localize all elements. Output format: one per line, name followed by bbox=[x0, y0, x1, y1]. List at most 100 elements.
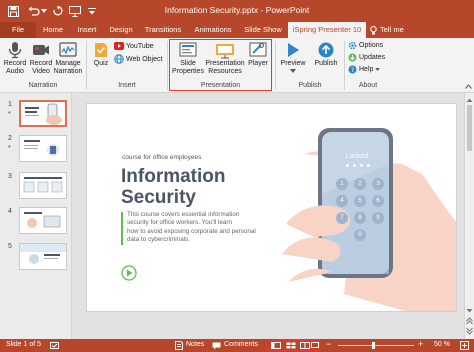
publish-icon bbox=[318, 42, 334, 58]
zoom-in-icon[interactable]: + bbox=[418, 339, 423, 349]
options-button[interactable]: Options bbox=[348, 41, 383, 50]
updates-button[interactable]: Updates bbox=[348, 53, 385, 62]
publish-label: Publish bbox=[314, 60, 338, 67]
group-separator bbox=[86, 41, 87, 90]
pin-dots bbox=[346, 164, 370, 167]
slide-sorter-icon[interactable] bbox=[286, 342, 296, 349]
notes-button[interactable]: Notes bbox=[186, 341, 204, 348]
tab-animations[interactable]: Animations bbox=[190, 22, 236, 38]
zoom-slider-thumb[interactable] bbox=[372, 342, 375, 349]
updates-label: Updates bbox=[359, 54, 386, 61]
quiz-label: Quiz bbox=[93, 60, 109, 67]
quiz-icon bbox=[95, 43, 107, 57]
tab-design[interactable]: Design bbox=[104, 22, 138, 38]
microphone-icon bbox=[8, 42, 22, 59]
globe-icon bbox=[114, 54, 124, 64]
presentation-resources-button[interactable]: Presentation Resources bbox=[204, 41, 246, 76]
animation-marker: * bbox=[8, 145, 11, 152]
keypad-key: 7 bbox=[336, 212, 348, 224]
zoom-level[interactable]: 50 % bbox=[434, 341, 450, 348]
scroll-up-icon[interactable] bbox=[465, 96, 474, 104]
record-video-button[interactable]: Record Video bbox=[28, 41, 54, 76]
presentation-group-label: Presentation bbox=[200, 82, 241, 89]
slide-thumbnail-5[interactable] bbox=[19, 243, 67, 270]
slide-title: Information Security bbox=[121, 166, 226, 208]
scroll-down-icon[interactable] bbox=[465, 307, 474, 315]
tab-slide-show[interactable]: Slide Show bbox=[240, 22, 286, 38]
youtube-button[interactable]: YouTube bbox=[114, 42, 154, 50]
help-icon: ? bbox=[348, 65, 357, 74]
manage-narration-button[interactable]: Manage Narration bbox=[53, 41, 83, 76]
svg-text:?: ? bbox=[351, 66, 354, 74]
slide-number: 2 bbox=[8, 135, 12, 142]
body-line: security for office workers. You'll lear… bbox=[127, 219, 233, 227]
keypad-key: 1 bbox=[336, 178, 348, 190]
vertical-scrollbar[interactable] bbox=[464, 93, 474, 339]
options-label: Options bbox=[359, 42, 384, 49]
slide-properties-button[interactable]: Slide Properties bbox=[172, 41, 204, 76]
slide-title-line-2: Security bbox=[121, 187, 196, 208]
zoom-out-icon[interactable]: − bbox=[326, 339, 331, 349]
play-icon[interactable] bbox=[121, 265, 137, 283]
record-audio-label-1: Record bbox=[3, 60, 27, 67]
presentation-resources-label-2: Resources bbox=[208, 68, 242, 75]
player-label: Player bbox=[248, 60, 268, 67]
slide-number: 1 bbox=[8, 101, 12, 108]
slideshow-view-icon[interactable] bbox=[311, 342, 319, 349]
scrollbar-thumb[interactable] bbox=[467, 105, 472, 151]
slide-thumbnails-pane: 1 * 2 * 3 4 5 bbox=[0, 93, 72, 339]
slide-thumbnail-3[interactable] bbox=[19, 172, 67, 199]
slide-count: Slide 1 of 5 bbox=[6, 341, 42, 348]
preview-button[interactable]: Preview bbox=[278, 41, 308, 73]
tab-file[interactable]: File bbox=[0, 22, 36, 38]
previous-slide-icon[interactable] bbox=[465, 317, 474, 325]
slide-title-line-1: Information bbox=[121, 166, 226, 187]
lightbulb-icon bbox=[370, 25, 377, 34]
status-bar: Slide 1 of 5 Notes Comments − + 50 % bbox=[0, 339, 474, 352]
keypad-key: 4 bbox=[336, 195, 348, 207]
player-button[interactable]: Player bbox=[246, 41, 270, 68]
pin-dot bbox=[360, 164, 363, 167]
zoom-slider[interactable] bbox=[338, 345, 414, 346]
tab-insert[interactable]: Insert bbox=[72, 22, 102, 38]
slide-thumbnail-2[interactable] bbox=[19, 135, 67, 162]
publish-button[interactable]: Publish bbox=[310, 41, 342, 68]
slide-thumbnail-4[interactable] bbox=[19, 207, 67, 234]
record-audio-button[interactable]: Record Audio bbox=[2, 41, 28, 76]
video-camera-icon bbox=[33, 45, 49, 55]
collapse-ribbon-icon[interactable] bbox=[465, 82, 472, 91]
slide-thumbnail-1[interactable] bbox=[19, 100, 67, 127]
keypad-key: 0 bbox=[354, 229, 366, 241]
web-object-label: Web Object bbox=[126, 55, 163, 63]
preview-label: Preview bbox=[280, 60, 306, 67]
fit-to-window-icon[interactable] bbox=[460, 341, 469, 350]
comments-button[interactable]: Comments bbox=[224, 341, 258, 348]
keypad-key: 8 bbox=[354, 212, 366, 224]
insert-group-label: Insert bbox=[118, 82, 136, 89]
keypad-key: 9 bbox=[372, 212, 384, 224]
tab-transitions[interactable]: Transitions bbox=[140, 22, 186, 38]
record-audio-label-2: Audio bbox=[6, 68, 24, 75]
keypad-key: 6 bbox=[372, 195, 384, 207]
narration-group-label: Narration bbox=[28, 82, 58, 89]
body-line: how to avoid exposing corporate and pers… bbox=[127, 227, 256, 235]
keypad-key: 5 bbox=[354, 195, 366, 207]
web-object-button[interactable]: Web Object bbox=[114, 54, 162, 64]
tell-me-search[interactable]: Tell me bbox=[370, 22, 410, 38]
quiz-button[interactable]: Quiz bbox=[89, 41, 113, 68]
updates-icon bbox=[348, 53, 357, 62]
tab-ispring-presenter[interactable]: iSpring Presenter 10 bbox=[288, 22, 366, 38]
current-slide[interactable]: course for office employees Information … bbox=[86, 103, 457, 312]
record-video-label-2: Video bbox=[32, 68, 50, 75]
next-slide-icon[interactable] bbox=[465, 327, 474, 335]
group-separator bbox=[167, 41, 168, 90]
window-title: Information Security.pptx - PowerPoint bbox=[164, 5, 310, 15]
gear-icon bbox=[348, 41, 357, 50]
normal-view-icon[interactable] bbox=[271, 342, 281, 349]
publish-group-label: Publish bbox=[298, 82, 322, 89]
reading-view-icon[interactable] bbox=[300, 342, 310, 349]
spell-check-icon[interactable] bbox=[50, 342, 59, 349]
tab-home[interactable]: Home bbox=[36, 22, 70, 38]
presentation-resources-label-1: Presentation bbox=[205, 60, 245, 67]
help-button[interactable]: ? Help bbox=[348, 65, 381, 74]
